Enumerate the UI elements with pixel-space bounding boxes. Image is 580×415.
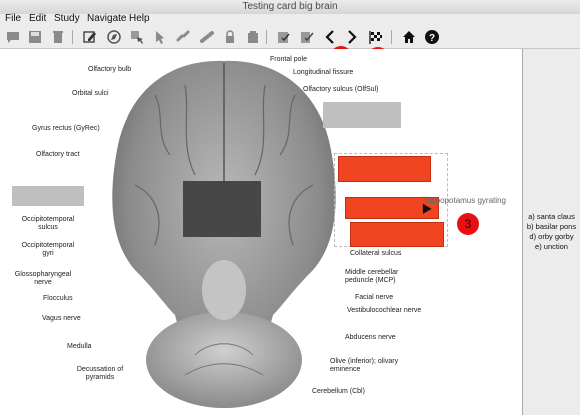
- hidden-label-box[interactable]: [323, 102, 401, 128]
- svg-text:?: ?: [429, 33, 435, 44]
- label-decussation-of-pyramids: Decussation of pyramids: [76, 366, 124, 381]
- floating-answer-text: hippopotamus gyrating: [425, 196, 506, 205]
- answer-a[interactable]: a) santa claus: [523, 212, 580, 222]
- home-icon[interactable]: [401, 29, 417, 45]
- check-icon[interactable]: [299, 29, 315, 45]
- menu-bar: File Edit Study Navigate Help: [0, 13, 580, 26]
- label-orbital-sulci: Orbital sulci: [72, 90, 109, 97]
- label-glossopharyngeal-nerve: Glossopharyngeal nerve: [14, 271, 72, 286]
- next-arrow-icon[interactable]: [344, 29, 360, 45]
- label-flocculus: Flocculus: [43, 295, 73, 302]
- label-vagus-nerve: Vagus nerve: [42, 315, 81, 322]
- label-middle-cerebellar-peduncle: Middle cerebellar peduncle (MCP): [345, 269, 399, 284]
- menu-study[interactable]: Study: [54, 13, 80, 24]
- lock-icon[interactable]: [222, 29, 238, 45]
- answer-pane: a) santa claus b) basilar pons d) orby g…: [523, 49, 580, 415]
- menu-edit[interactable]: Edit: [29, 13, 46, 24]
- label-frontal-pole: Frontal pole: [270, 56, 307, 63]
- answer-e[interactable]: e) unction: [523, 242, 580, 252]
- menu-help[interactable]: Help: [129, 13, 150, 24]
- answer-d[interactable]: d) orby gorby: [523, 232, 580, 242]
- label-cerebellum: Cerebellum (Cbl): [312, 388, 365, 395]
- comment-icon[interactable]: [5, 29, 21, 45]
- label-facial-nerve: Facial nerve: [355, 294, 394, 301]
- label-gyrus-rectus: Gyrus rectus (GyRec): [32, 125, 100, 132]
- link-icon[interactable]: [175, 29, 191, 45]
- active-question-box[interactable]: [338, 156, 431, 182]
- label-olive: Olive (inferior); olivary eminence: [330, 358, 399, 373]
- label-collateral-sulcus: Collateral sulcus: [350, 250, 402, 257]
- prev-arrow-icon[interactable]: [322, 29, 338, 45]
- finish-flag-icon[interactable]: [368, 29, 384, 45]
- label-occipitotemporal-sulcus: Occipitotemporal sulcus: [21, 216, 75, 231]
- label-medulla: Medulla: [67, 343, 92, 350]
- chain-icon[interactable]: [199, 29, 215, 45]
- pointer-icon[interactable]: [152, 29, 168, 45]
- hidden-region-box[interactable]: [183, 181, 261, 237]
- label-olfactory-sulcus: Olfactory sulcus (OlfSul): [303, 86, 379, 93]
- label-olfactory-tract: Olfactory tract: [36, 151, 80, 158]
- card-image-pane: Olfactory bulb Orbital sulci Gyrus rectu…: [0, 49, 523, 415]
- trash-icon[interactable]: [50, 29, 66, 45]
- label-occipitotemporal-gyri: Occipitotemporal gyri: [21, 242, 75, 257]
- save-icon[interactable]: [27, 29, 43, 45]
- stack-icon[interactable]: [245, 29, 261, 45]
- label-olfactory-bulb: Olfactory bulb: [88, 66, 132, 73]
- menu-file[interactable]: File: [5, 13, 21, 24]
- active-question-box[interactable]: [350, 222, 444, 247]
- answer-b[interactable]: b) basilar pons: [523, 222, 580, 232]
- compass-icon[interactable]: [106, 29, 122, 45]
- label-abducens-nerve: Abducens nerve: [345, 334, 396, 341]
- answer-list: a) santa claus b) basilar pons d) orby g…: [523, 212, 580, 252]
- edit-card-icon[interactable]: [82, 29, 98, 45]
- checklist-icon[interactable]: [276, 29, 292, 45]
- help-icon[interactable]: ?: [424, 29, 440, 45]
- menu-navigate[interactable]: Navigate: [87, 13, 126, 24]
- marker-3: 3: [457, 213, 479, 235]
- hidden-label-box[interactable]: [12, 186, 84, 206]
- window-title: Testing card big brain: [242, 1, 338, 12]
- select-cursor-icon[interactable]: [129, 29, 145, 45]
- label-vestibulocochlear-nerve: Vestibulocochlear nerve: [347, 307, 422, 314]
- label-longitudinal-fissure: Longitudinal fissure: [293, 69, 354, 76]
- toolbar: ?: [0, 26, 580, 49]
